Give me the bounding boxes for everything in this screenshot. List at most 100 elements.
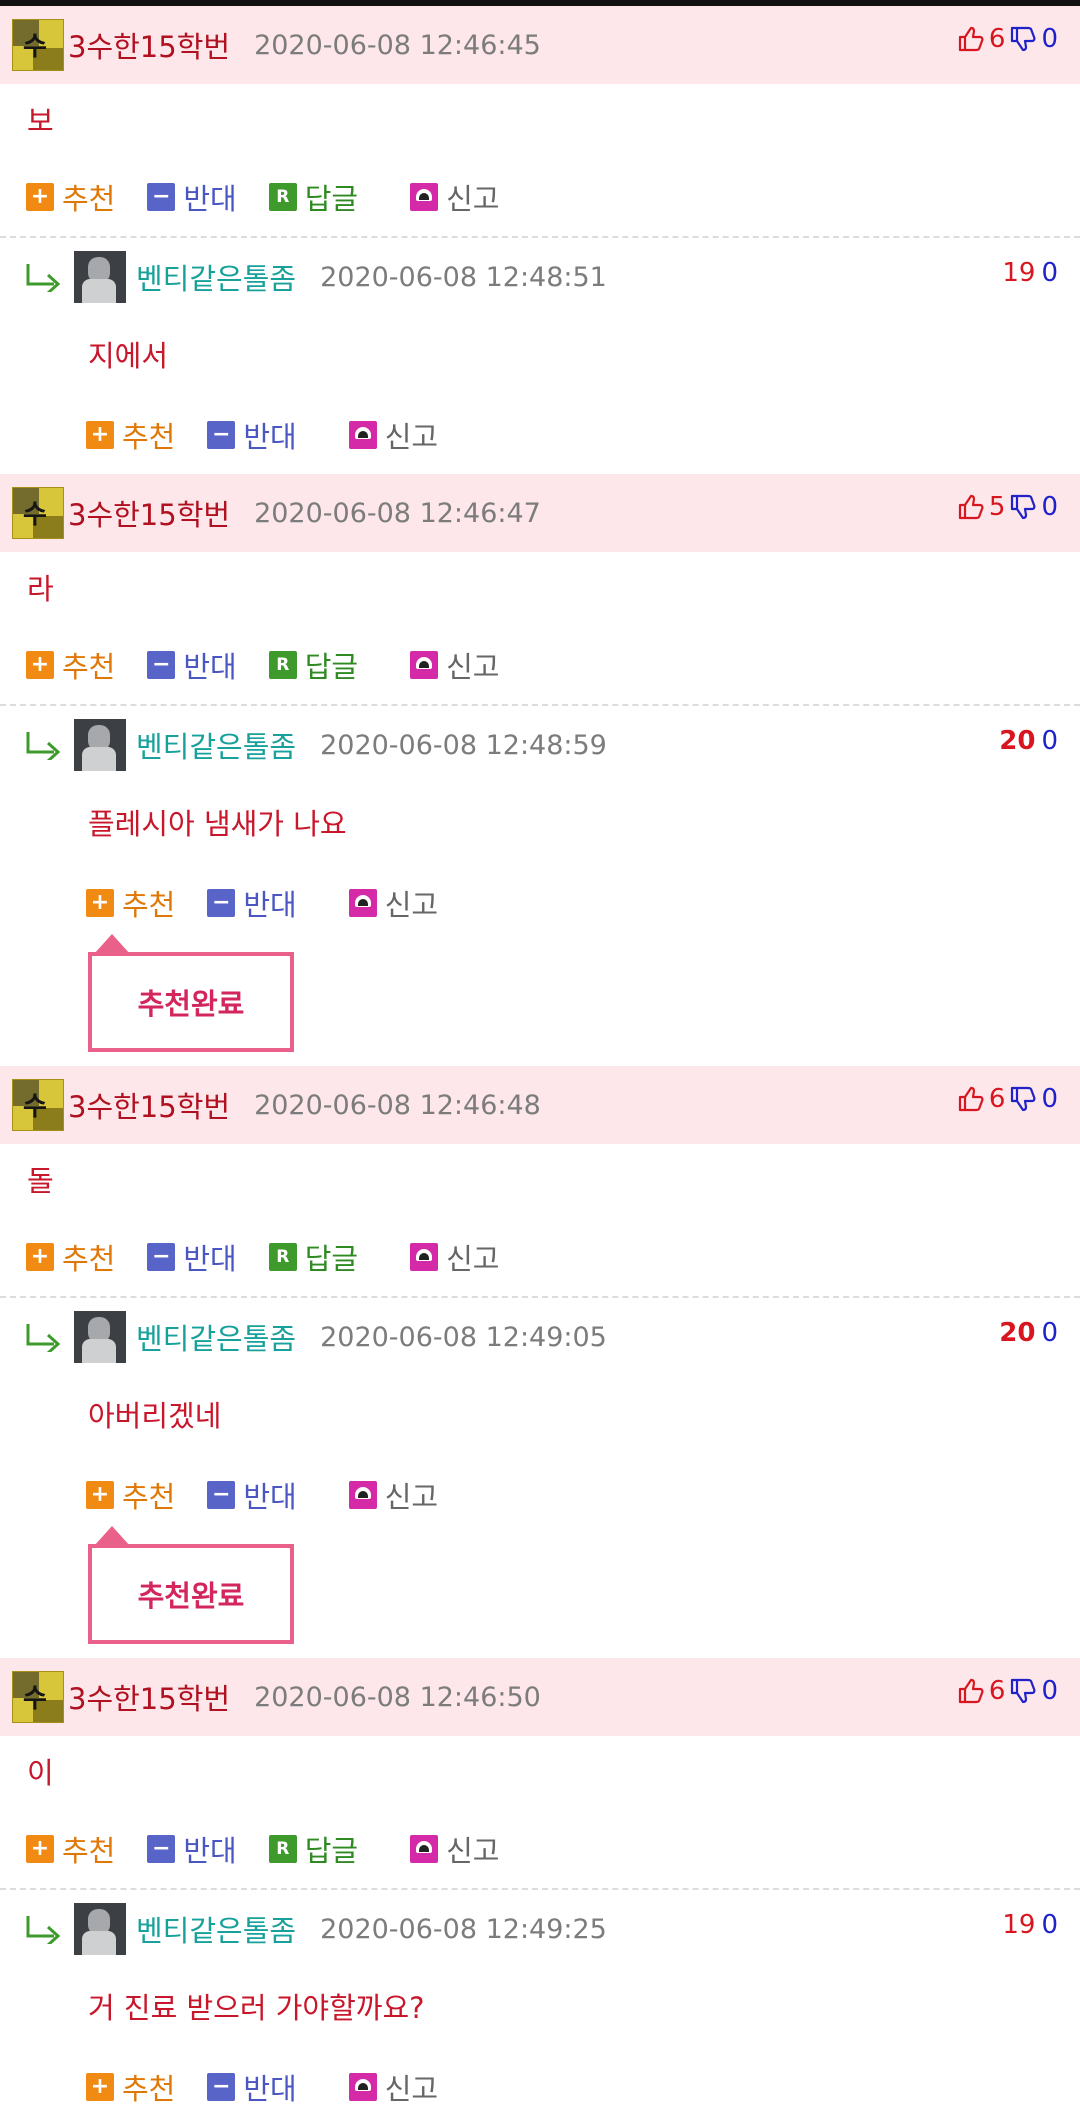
oppose-button[interactable]: − 반대 bbox=[147, 1236, 237, 1278]
siren-icon bbox=[348, 1481, 377, 1509]
report-button[interactable]: 신고 bbox=[410, 644, 500, 686]
comment-list: 수 3수한15학번 2020-06-08 12:46:45 6 0 보 + 추천 … bbox=[0, 6, 1080, 2126]
report-label: 신고 bbox=[446, 1834, 500, 1868]
thumb-up-icon[interactable] bbox=[957, 1085, 985, 1113]
recommend-button[interactable]: + 추천 bbox=[86, 2066, 175, 2108]
report-label: 신고 bbox=[446, 650, 500, 684]
reply-arrow-icon bbox=[26, 264, 61, 292]
report-button[interactable]: 신고 bbox=[348, 414, 439, 456]
upvote-count: 6 bbox=[988, 1084, 1006, 1114]
comment-author[interactable]: 3수한15학번 bbox=[68, 24, 230, 66]
oppose-button[interactable]: − 반대 bbox=[147, 176, 237, 218]
comment-date: 2020-06-08 12:46:45 bbox=[254, 29, 541, 61]
recommend-label: 추천 bbox=[62, 182, 116, 216]
comment-header: 수 3수한15학번 2020-06-08 12:46:50 6 0 bbox=[0, 1658, 1080, 1736]
reply-author[interactable]: 벤티같은톨좀 bbox=[136, 1316, 296, 1358]
recommend-button[interactable]: + 추천 bbox=[86, 1474, 175, 1516]
downvote-count: 0 bbox=[1041, 24, 1058, 54]
vote-counts: 20 0 bbox=[999, 1318, 1058, 1348]
recommend-button[interactable]: + 추천 bbox=[26, 1828, 115, 1870]
upvote-count: 5 bbox=[988, 492, 1006, 522]
report-button[interactable]: 신고 bbox=[348, 1474, 438, 1516]
avatar[interactable] bbox=[74, 1311, 126, 1363]
comment-text: 돌 bbox=[27, 1164, 54, 1198]
plus-icon: + bbox=[86, 2073, 114, 2101]
report-button[interactable]: 신고 bbox=[348, 882, 438, 924]
downvote-count: 0 bbox=[1041, 1910, 1058, 1940]
oppose-button[interactable]: − 반대 bbox=[207, 882, 297, 924]
popup-text: 추천완료 bbox=[137, 1579, 245, 1613]
report-button[interactable]: 신고 bbox=[410, 1828, 500, 1870]
comment-header: 수 3수한15학번 2020-06-08 12:46:47 5 0 bbox=[0, 474, 1080, 552]
comment-date: 2020-06-08 12:46:47 bbox=[254, 497, 541, 529]
avatar[interactable]: 수 bbox=[12, 1079, 64, 1131]
reply-author[interactable]: 벤티같은톨좀 bbox=[136, 256, 296, 298]
comment-author[interactable]: 3수한15학번 bbox=[68, 492, 230, 534]
siren-icon bbox=[410, 1835, 439, 1863]
siren-icon bbox=[410, 651, 439, 679]
reply-button[interactable]: R 답글 bbox=[268, 176, 358, 218]
recommend-label: 추천 bbox=[122, 888, 176, 922]
recommend-label: 추천 bbox=[122, 2072, 176, 2106]
reply-date: 2020-06-08 12:48:51 bbox=[320, 261, 607, 293]
thumb-down-icon[interactable] bbox=[1009, 25, 1037, 53]
avatar[interactable]: 수 bbox=[12, 487, 64, 539]
plus-icon: + bbox=[86, 889, 114, 917]
reply-date: 2020-06-08 12:49:25 bbox=[320, 1913, 607, 1945]
avatar[interactable] bbox=[74, 1903, 126, 1955]
report-label: 신고 bbox=[384, 2072, 439, 2106]
plus-icon: + bbox=[26, 1835, 54, 1863]
oppose-button[interactable]: − 반대 bbox=[207, 414, 297, 456]
avatar[interactable] bbox=[74, 719, 126, 771]
comment-author[interactable]: 3수한15학번 bbox=[68, 1676, 230, 1718]
siren-icon bbox=[348, 2073, 377, 2101]
reply-author[interactable]: 벤티같은톨좀 bbox=[136, 724, 296, 766]
recommend-button[interactable]: + 추천 bbox=[86, 414, 175, 456]
thumb-down-icon[interactable] bbox=[1009, 1677, 1037, 1705]
recommend-button[interactable]: + 추천 bbox=[86, 882, 175, 924]
reply-button[interactable]: R 답글 bbox=[268, 1828, 358, 1870]
thumb-down-icon[interactable] bbox=[1009, 493, 1037, 521]
report-button[interactable]: 신고 bbox=[410, 1236, 500, 1278]
thumb-up-icon[interactable] bbox=[957, 493, 985, 521]
comment-author[interactable]: 3수한15학번 bbox=[68, 1084, 230, 1126]
reply-button[interactable]: R 답글 bbox=[268, 1236, 358, 1278]
reply-button[interactable]: R 답글 bbox=[268, 644, 358, 686]
siren-icon bbox=[410, 183, 439, 211]
vote-counts: 20 0 bbox=[999, 726, 1058, 756]
avatar[interactable]: 수 bbox=[12, 1671, 64, 1723]
reply-icon: R bbox=[268, 183, 297, 211]
oppose-button[interactable]: − 반대 bbox=[207, 2066, 297, 2108]
oppose-label: 반대 bbox=[183, 650, 237, 684]
oppose-button[interactable]: − 반대 bbox=[147, 1828, 237, 1870]
recommend-button[interactable]: + 추천 bbox=[26, 644, 115, 686]
vote-counts: 5 0 bbox=[957, 492, 1058, 522]
report-button[interactable]: 신고 bbox=[348, 2066, 439, 2108]
thumb-up-icon[interactable] bbox=[957, 1677, 985, 1705]
popup-text: 추천완료 bbox=[137, 987, 245, 1021]
downvote-count: 0 bbox=[1041, 1676, 1058, 1706]
minus-icon: − bbox=[207, 889, 236, 917]
vote-counts: 19 0 bbox=[1002, 1910, 1058, 1940]
reply-header: 벤티같은톨좀 2020-06-08 12:49:25 19 0 bbox=[0, 1890, 1080, 1968]
thumb-down-icon[interactable] bbox=[1009, 1085, 1037, 1113]
recommend-label: 추천 bbox=[62, 1834, 116, 1868]
recommend-button[interactable]: + 추천 bbox=[26, 1236, 115, 1278]
recommend-label: 추천 bbox=[62, 1242, 116, 1276]
oppose-label: 반대 bbox=[243, 420, 297, 454]
oppose-button[interactable]: − 반대 bbox=[207, 1474, 297, 1516]
comment-actions: + 추천 − 반대 R 답글 신고 bbox=[0, 626, 1080, 704]
reply-header: 벤티같은톨좀 2020-06-08 12:48:59 20 0 bbox=[0, 706, 1080, 784]
comment-actions: + 추천 − 반대 R 답글 신고 bbox=[0, 1218, 1080, 1296]
minus-icon: − bbox=[147, 1243, 176, 1271]
reply-author[interactable]: 벤티같은톨좀 bbox=[136, 1908, 296, 1950]
recommend-button[interactable]: + 추천 bbox=[26, 176, 115, 218]
reply-date: 2020-06-08 12:49:05 bbox=[320, 1321, 607, 1353]
avatar[interactable] bbox=[74, 251, 126, 303]
oppose-button[interactable]: − 반대 bbox=[147, 644, 237, 686]
report-button[interactable]: 신고 bbox=[410, 176, 500, 218]
vote-counts: 19 0 bbox=[1002, 258, 1058, 288]
avatar[interactable]: 수 bbox=[12, 19, 64, 71]
report-label: 신고 bbox=[384, 420, 439, 454]
thumb-up-icon[interactable] bbox=[957, 25, 985, 53]
